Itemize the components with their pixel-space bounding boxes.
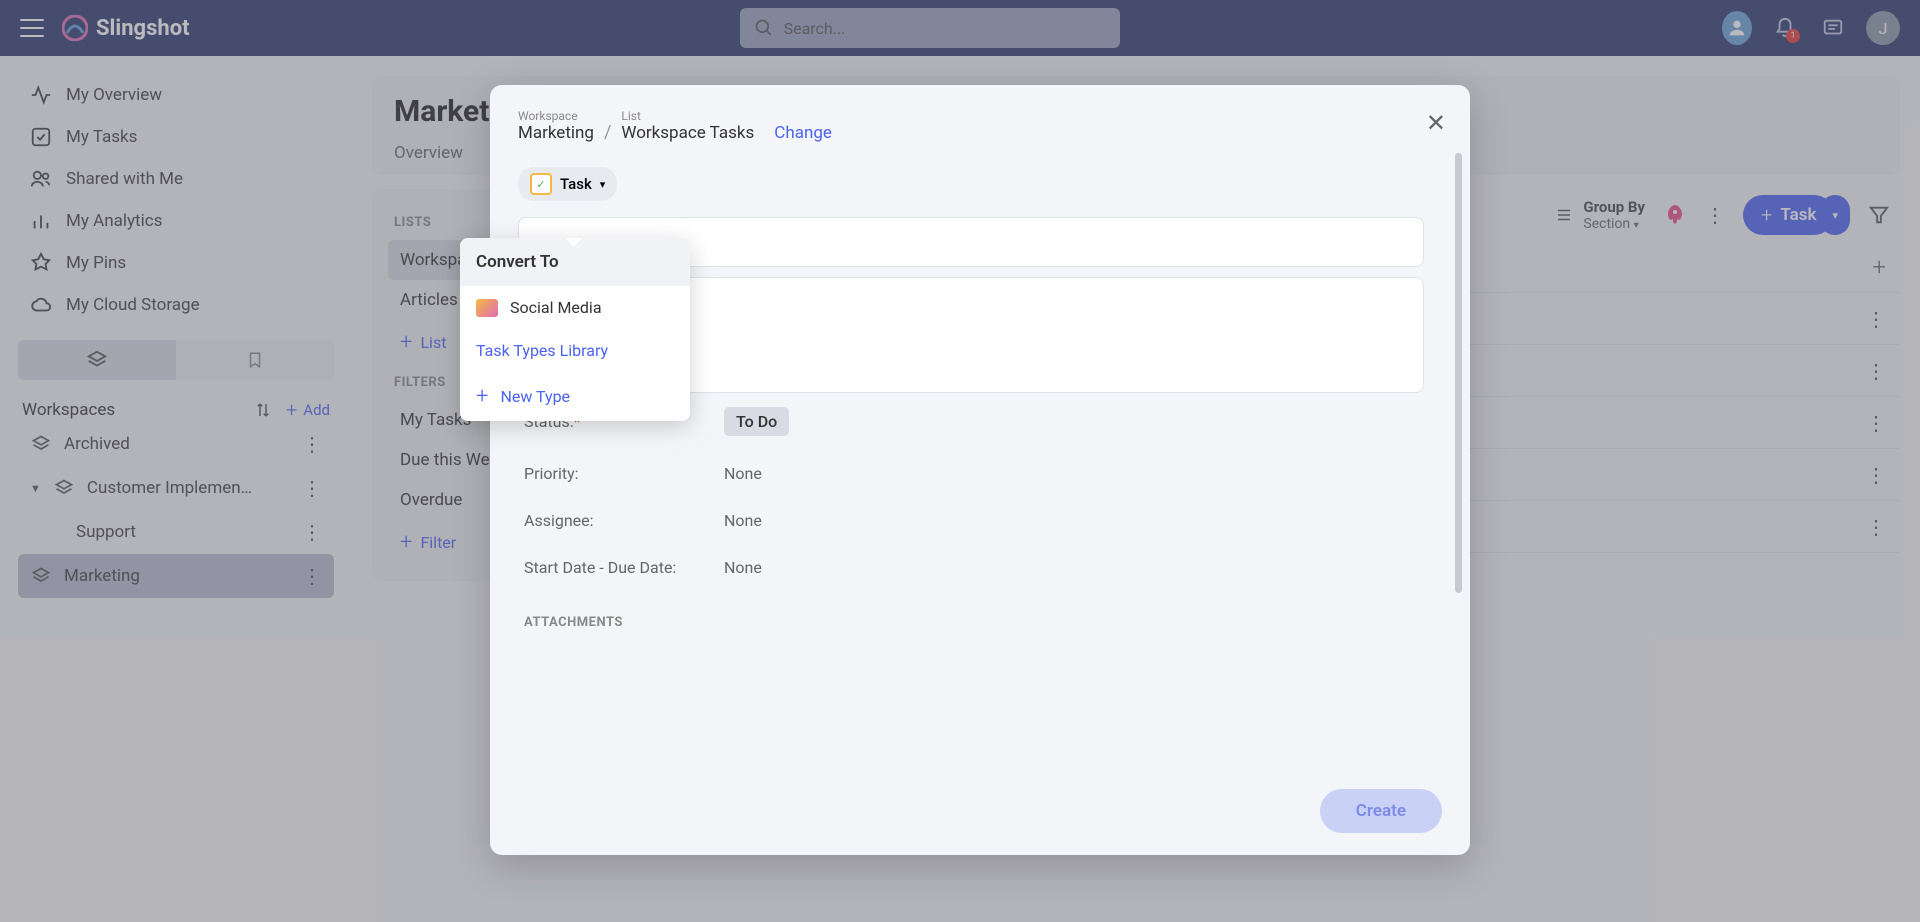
social-media-icon [476, 299, 498, 317]
modal-breadcrumb: Workspace Marketing / List Workspace Tas… [518, 109, 1442, 143]
convert-to-popover: Convert To Social Media Task Types Libra… [460, 238, 690, 421]
plus-icon: + [476, 384, 488, 409]
attachments-heading: ATTACHMENTS [518, 615, 1424, 630]
close-icon[interactable]: ✕ [1426, 109, 1446, 137]
scrollbar[interactable] [1455, 153, 1462, 725]
breadcrumb-workspace[interactable]: Marketing [518, 123, 594, 143]
status-selector[interactable]: To Do [724, 407, 789, 436]
task-type-chip[interactable]: ✓ Task ▾ [518, 167, 617, 201]
new-type-button[interactable]: + New Type [460, 372, 690, 421]
date-selector[interactable]: None [724, 558, 762, 577]
convert-social-media[interactable]: Social Media [460, 286, 690, 329]
change-link[interactable]: Change [774, 123, 832, 143]
chevron-down-icon: ▾ [600, 178, 606, 191]
create-button[interactable]: Create [1320, 789, 1442, 833]
task-types-library-link[interactable]: Task Types Library [460, 329, 690, 372]
assignee-selector[interactable]: None [724, 511, 762, 530]
priority-selector[interactable]: None [724, 464, 762, 483]
breadcrumb-list[interactable]: Workspace Tasks [621, 123, 754, 143]
clipboard-check-icon: ✓ [530, 173, 552, 195]
create-task-modal: Workspace Marketing / List Workspace Tas… [490, 85, 1470, 855]
